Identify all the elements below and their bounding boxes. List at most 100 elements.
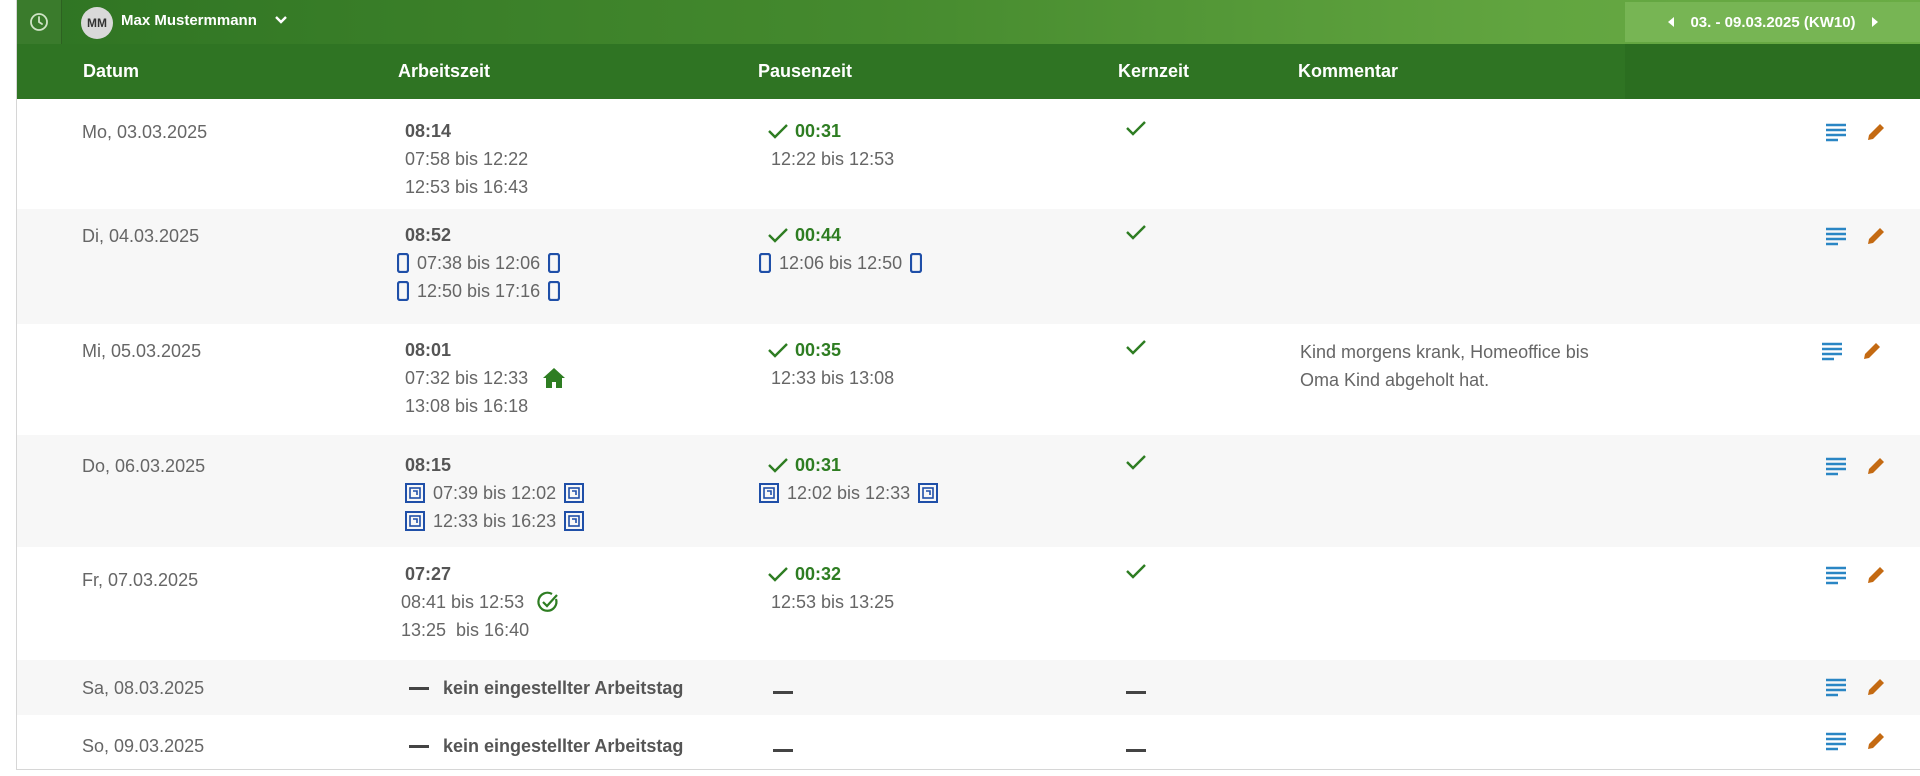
check-icon [1125, 451, 1147, 479]
home-icon [542, 367, 566, 389]
table-row: So, 09.03.2025 kein eingestellter Arbeit… [17, 715, 1920, 769]
work-time: 08:52 07:38 bis 12:06 12:50 bis 17:16 [397, 221, 561, 305]
mobile-icon [910, 253, 923, 273]
interval-text: 07:58 bis 12:22 [405, 149, 529, 169]
pencil-icon[interactable] [1865, 225, 1887, 247]
pause-time: 00:44 12:06 bis 12:50 [759, 221, 923, 277]
clock-icon [29, 12, 49, 32]
no-workday-text: kein eingestellter Arbeitstag [443, 736, 684, 756]
pencil-icon[interactable] [1865, 676, 1887, 698]
interval-text: 07:38 bis 12:06 [417, 253, 541, 273]
header-spacer [1625, 44, 1920, 99]
row-date: Mo, 03.03.2025 [82, 122, 208, 142]
pause-total: 00:35 [767, 336, 894, 364]
column-datum: Datum [83, 61, 140, 81]
work-interval: 07:39 bis 12:02 [405, 479, 585, 507]
pencil-icon[interactable] [1865, 730, 1887, 752]
clock-button[interactable] [17, 0, 62, 44]
avatar[interactable]: MM [81, 7, 113, 39]
check-icon [767, 341, 789, 359]
dash-icon [773, 691, 793, 694]
terminal-icon [405, 511, 425, 531]
user-name[interactable]: Max Mustermmann [121, 12, 257, 29]
pencil-icon[interactable] [1861, 340, 1883, 362]
no-workday-text: kein eingestellter Arbeitstag [443, 678, 684, 698]
work-total: 08:15 [405, 455, 452, 475]
table-row: Fr, 07.03.2025 07:27 08:41 bis 12:53 13:… [17, 547, 1920, 660]
details-icon[interactable] [1825, 122, 1847, 142]
table-row: Mo, 03.03.2025 08:14 07:58 bis 12:22 12:… [17, 99, 1920, 209]
row-date: Di, 04.03.2025 [82, 226, 200, 246]
work-interval: 12:50 bis 17:16 [397, 277, 561, 305]
check-icon [767, 565, 789, 583]
dash-icon [409, 686, 429, 690]
work-interval: 07:38 bis 12:06 [397, 249, 561, 277]
work-time: kein eingestellter Arbeitstag [409, 732, 683, 760]
pause-interval: 12:53 bis 13:25 [767, 588, 894, 616]
table-header: Datum Arbeitszeit Pausenzeit Kernzeit Ko… [17, 44, 1920, 99]
pause-time [773, 732, 793, 760]
pencil-icon[interactable] [1865, 455, 1887, 477]
pause-interval: 12:06 bis 12:50 [759, 249, 923, 277]
row-date: So, 09.03.2025 [82, 736, 205, 756]
check-circle-icon [536, 590, 560, 614]
interval-text: 07:39 bis 12:02 [433, 483, 557, 503]
row-actions [1825, 676, 1887, 698]
row-actions [1825, 225, 1887, 247]
dash-icon [1126, 749, 1146, 752]
details-icon[interactable] [1825, 565, 1847, 585]
kernzeit-value [1126, 674, 1146, 702]
mobile-icon [548, 253, 561, 273]
work-interval: 12:53 bis 16:43 [405, 173, 528, 201]
row-date: Sa, 08.03.2025 [82, 678, 205, 698]
pause-interval: 12:33 bis 13:08 [767, 364, 894, 392]
pencil-icon[interactable] [1865, 121, 1887, 143]
row-actions [1825, 564, 1887, 586]
work-total: 08:14 [405, 121, 452, 141]
check-icon [767, 226, 789, 244]
work-time: 08:14 07:58 bis 12:22 12:53 bis 16:43 [405, 117, 528, 201]
kernzeit-value [1126, 732, 1146, 760]
interval-text: 12:33 bis 16:23 [433, 511, 557, 531]
table-row: Mi, 05.03.2025 08:01 07:32 bis 12:33 13:… [17, 324, 1920, 435]
chevron-down-icon[interactable] [273, 12, 289, 28]
details-icon[interactable] [1821, 341, 1843, 361]
column-kommentar: Kommentar [1298, 61, 1399, 81]
table-row: Di, 04.03.2025 08:52 07:38 bis 12:06 12:… [17, 209, 1920, 324]
table-row: Do, 06.03.2025 08:15 07:39 bis 12:02 12:… [17, 435, 1920, 547]
work-interval: 13:08 bis 16:18 [405, 392, 566, 420]
dash-icon [409, 744, 429, 748]
check-icon [767, 122, 789, 140]
work-total: 08:01 [405, 340, 452, 360]
mobile-icon [397, 253, 409, 273]
pencil-icon[interactable] [1865, 564, 1887, 586]
caret-left-icon[interactable] [1666, 16, 1676, 28]
work-time: 08:15 07:39 bis 12:02 12:33 bis 16:23 [405, 451, 585, 535]
no-workday: kein eingestellter Arbeitstag [409, 732, 683, 760]
pause-total-value: 00:31 [795, 455, 842, 475]
work-interval: 07:58 bis 12:22 [405, 145, 528, 173]
details-icon[interactable] [1825, 731, 1847, 751]
caret-right-icon[interactable] [1870, 16, 1880, 28]
column-kernzeit: Kernzeit [1118, 61, 1190, 81]
pause-interval: 12:22 bis 12:53 [767, 145, 894, 173]
check-icon [1125, 221, 1147, 249]
no-workday: kein eingestellter Arbeitstag [409, 674, 683, 702]
interval-text: 13:25 bis 16:40 [401, 620, 530, 640]
details-icon[interactable] [1825, 677, 1847, 697]
row-date: Mi, 05.03.2025 [82, 341, 202, 361]
work-interval: 07:32 bis 12:33 [405, 364, 566, 392]
pause-total-value: 00:44 [795, 225, 842, 245]
interval-text: 12:53 bis 13:25 [771, 592, 895, 612]
details-icon[interactable] [1825, 456, 1847, 476]
pause-total: 00:44 [767, 221, 922, 249]
work-time: kein eingestellter Arbeitstag [409, 674, 683, 702]
mobile-icon [548, 281, 561, 301]
interval-text: 07:32 bis 12:33 [405, 368, 529, 388]
row-actions [1821, 340, 1883, 362]
work-time: 08:01 07:32 bis 12:33 13:08 bis 16:18 [405, 336, 566, 420]
work-interval: 12:33 bis 16:23 [405, 507, 585, 535]
interval-text: 13:08 bis 16:18 [405, 396, 529, 416]
pause-total-value: 00:31 [795, 121, 842, 141]
details-icon[interactable] [1825, 226, 1847, 246]
